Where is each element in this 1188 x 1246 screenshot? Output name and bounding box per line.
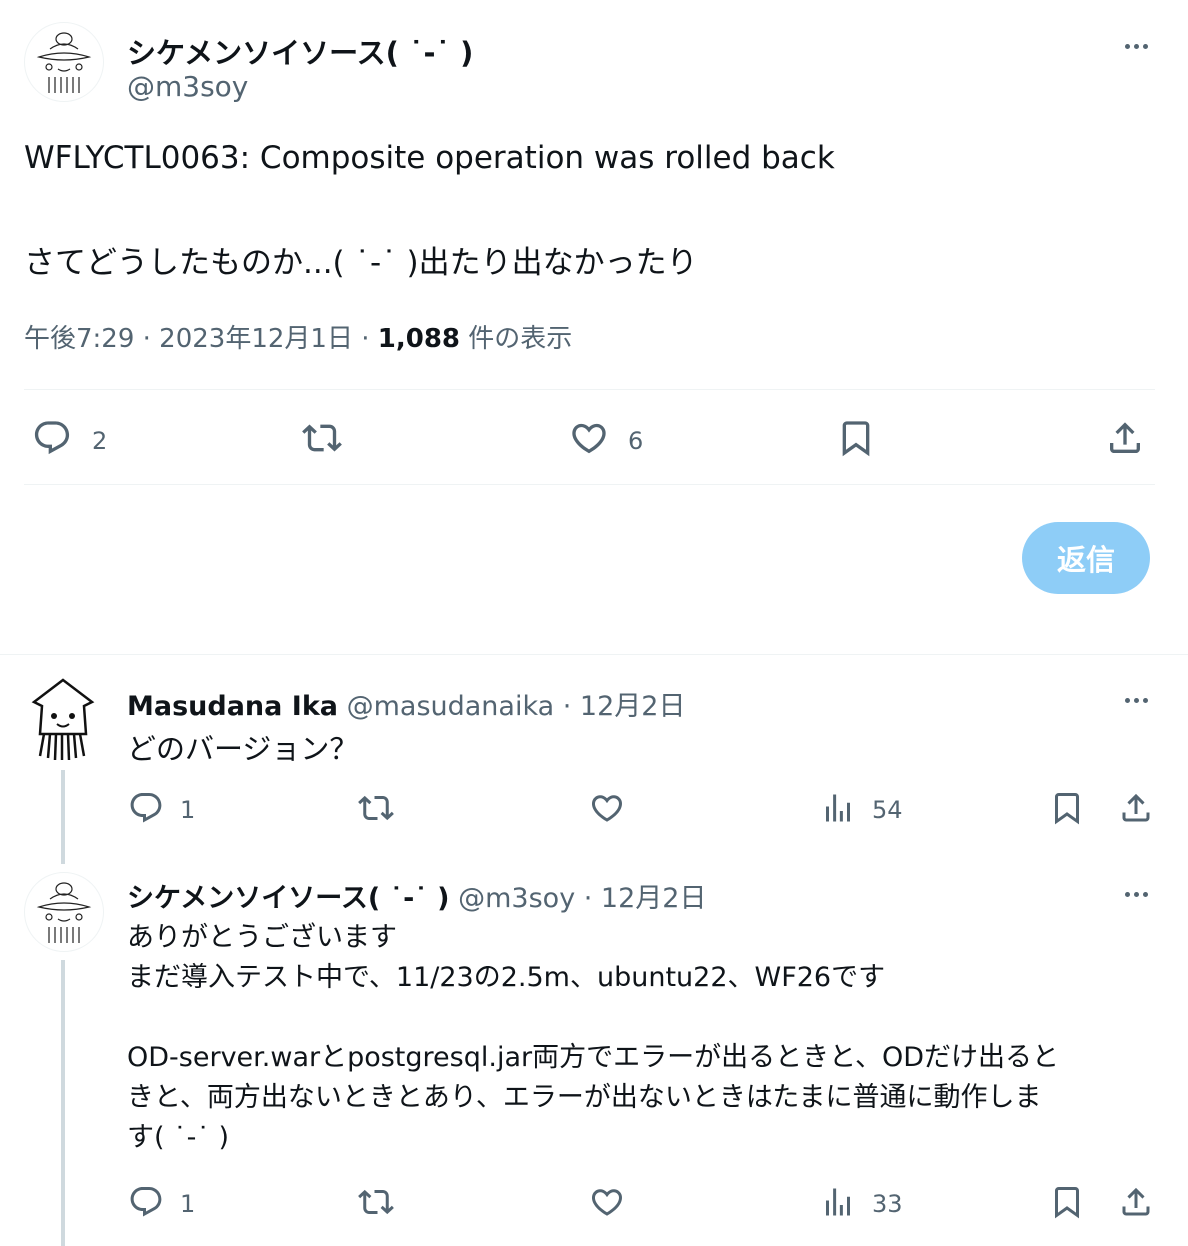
reply-text-line: OD-server.warとpostgresql.jar両方でエラーが出るときと…: [127, 1042, 1060, 1073]
reply-count: 2: [92, 427, 108, 455]
reply-author-name[interactable]: シケメンソイソース( ˙-˙ ): [127, 883, 450, 914]
author-avatar[interactable]: [24, 22, 104, 102]
reply-text-line: きと、両方出ないときとあり、エラーが出ないときはたまに普通に動作しま: [127, 1082, 1042, 1113]
share-icon[interactable]: [1105, 418, 1145, 458]
tweet-timestamp[interactable]: 午後7:29 · 2023年12月1日 ·: [24, 324, 378, 354]
more-options-icon[interactable]: [1116, 26, 1156, 66]
divider: [24, 484, 1155, 485]
retweet-icon[interactable]: [356, 1184, 396, 1220]
reply-text-line: ありがとうございます: [127, 922, 397, 953]
reply-button[interactable]: 返信: [1022, 522, 1150, 594]
reply-text: ありがとうございます まだ導入テスト中で、11/23の2.5m、ubuntu22…: [127, 918, 1167, 1158]
views-count: 1,088: [377, 324, 461, 354]
views-icon[interactable]: [820, 1184, 856, 1220]
author-handle[interactable]: @m3soy: [127, 70, 248, 103]
like-icon[interactable]: [588, 1184, 626, 1220]
reply-avatar[interactable]: [24, 676, 102, 762]
reply-text-line: まだ導入テスト中で、11/23の2.5m、ubuntu22、WF26です: [127, 962, 886, 993]
tweet-meta: 午後7:29 · 2023年12月1日 · 1,088 件の表示: [24, 318, 572, 355]
retweet-icon[interactable]: [300, 418, 344, 458]
views-icon[interactable]: [820, 790, 856, 826]
reply-author-name[interactable]: Masudana Ika: [127, 691, 338, 722]
divider: [24, 389, 1155, 390]
reply-author-handle[interactable]: @masudanaika: [347, 691, 555, 722]
share-icon[interactable]: [1118, 790, 1154, 826]
section-divider: [0, 654, 1188, 655]
like-count: 6: [628, 427, 644, 455]
reply-avatar[interactable]: [24, 872, 104, 952]
reply-text-line: す( ˙-˙ ): [127, 1122, 229, 1153]
reply-text: どのバージョン？: [127, 732, 359, 766]
bookmark-icon[interactable]: [1049, 1184, 1085, 1220]
reply-header: Masudana Ika @masudanaika · 12月2日: [127, 684, 685, 723]
bookmark-icon[interactable]: [1049, 790, 1085, 826]
reply-icon[interactable]: [128, 790, 164, 826]
more-options-icon[interactable]: [1116, 874, 1156, 914]
share-icon[interactable]: [1118, 1184, 1154, 1220]
thread-line: [61, 960, 65, 1246]
reply-icon[interactable]: [128, 1184, 164, 1220]
author-name[interactable]: シケメンソイソース( ˙-˙ ): [127, 30, 473, 72]
retweet-icon[interactable]: [356, 790, 396, 826]
reply-text-line: [127, 998, 1167, 1038]
views-count: 33: [872, 1190, 903, 1218]
more-options-icon[interactable]: [1116, 680, 1156, 720]
thread-line: [61, 770, 65, 864]
views-count: 54: [872, 796, 903, 824]
like-icon[interactable]: [568, 418, 610, 458]
tweet-text-line-1: WFLYCTL0063: Composite operation was rol…: [24, 140, 835, 176]
reply-date[interactable]: · 12月2日: [575, 883, 707, 914]
views-label: 件の表示: [460, 324, 573, 354]
reply-count: 1: [180, 796, 196, 824]
reply-header: シケメンソイソース( ˙-˙ ) @m3soy · 12月2日: [127, 876, 706, 915]
like-icon[interactable]: [588, 790, 626, 826]
bookmark-icon[interactable]: [836, 418, 876, 458]
reply-icon[interactable]: [32, 418, 72, 458]
tweet-text-line-2: さてどうしたものか...( ˙-˙ )出たり出なかったり: [24, 245, 698, 281]
reply-date[interactable]: · 12月2日: [554, 691, 686, 722]
reply-author-handle[interactable]: @m3soy: [458, 883, 575, 914]
reply-count: 1: [180, 1190, 196, 1218]
